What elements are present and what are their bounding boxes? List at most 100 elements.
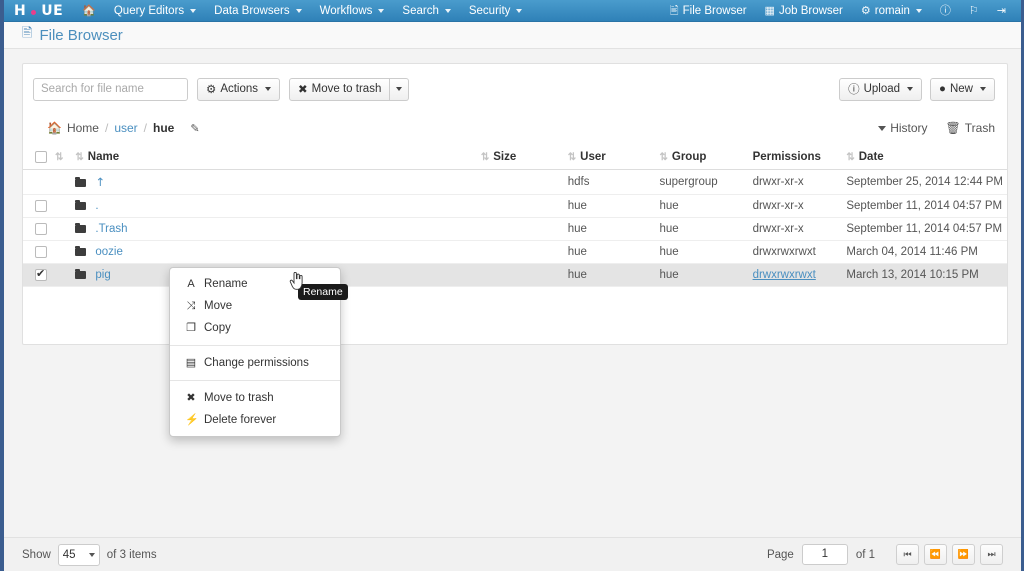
nav-logout-button[interactable]: ⇥ <box>988 0 1015 22</box>
parent-directory-link[interactable]: ↑ <box>95 175 105 189</box>
nav-search[interactable]: Search <box>393 0 459 22</box>
table-row[interactable]: ↑ hdfs supergroup drwxr-xr-x September 25, 2… <box>23 169 1007 196</box>
prev-page-button[interactable]: ⏪ <box>924 544 947 565</box>
row-name-cell[interactable]: . <box>71 194 477 219</box>
mouse-cursor <box>289 271 305 293</box>
row-select-cell[interactable] <box>23 194 51 219</box>
row-group-cell: hue <box>655 217 749 242</box>
row-permissions-cell: drwxr-xr-x <box>748 194 843 219</box>
row-checkbox[interactable] <box>35 267 47 282</box>
permissions-link[interactable]: drwxrwxrwxt <box>753 269 816 281</box>
bolt-icon: ⚡ <box>185 414 199 426</box>
menu-item-label: Copy <box>204 322 231 334</box>
plus-circle-icon: ● <box>939 83 946 95</box>
name-header[interactable]: ⇅ Name <box>71 147 477 171</box>
menu-item-change-permissions[interactable]: ▤ Change permissions <box>170 352 340 374</box>
select-all-checkbox[interactable] <box>35 151 47 163</box>
menu-item-label: Rename <box>204 278 248 290</box>
permissions-icon: ▤ <box>185 357 197 369</box>
nav-query-editors[interactable]: Query Editors <box>105 0 205 22</box>
row-permissions-cell: drwxrwxrwxt <box>748 240 843 265</box>
page-size-select[interactable]: 45 <box>57 543 100 566</box>
search-input[interactable] <box>33 77 188 101</box>
row-group-cell: hue <box>655 263 749 288</box>
select-all-header[interactable] <box>23 147 51 171</box>
nav-file-browser[interactable]: 🖹 File Browser <box>661 0 756 22</box>
row-name-cell[interactable]: .Trash <box>71 217 477 242</box>
row-select-cell[interactable] <box>23 263 51 288</box>
nav-flag-button[interactable]: ⚐ <box>960 0 988 22</box>
row-spacer-cell <box>51 194 72 219</box>
table-row[interactable]: . hue hue drwxr-xr-x September 11, 2014 04:5… <box>23 194 1007 219</box>
pencil-icon[interactable]: ✎ <box>190 122 199 135</box>
menu-item-move-to-trash[interactable]: ✖ Move to trash <box>170 387 340 409</box>
nav-workflows[interactable]: Workflows <box>311 0 394 22</box>
row-group-cell: hue <box>655 194 749 219</box>
menu-item-copy[interactable]: ❐ Copy <box>170 317 340 339</box>
breadcrumb-separator: / <box>104 121 109 135</box>
group-header[interactable]: ⇅ Group <box>655 147 749 171</box>
move-to-trash-label: Move to trash <box>311 83 382 95</box>
row-select-cell[interactable] <box>23 240 51 265</box>
breadcrumb-item-hue[interactable]: hue <box>153 121 174 135</box>
breadcrumb-item-user[interactable]: user <box>114 121 137 135</box>
hue-logo[interactable]: H UE <box>8 0 73 22</box>
breadcrumb-home[interactable]: 🏠 Home <box>47 121 99 135</box>
row-size-cell <box>476 194 564 219</box>
file-name-link[interactable]: pig <box>95 269 110 281</box>
move-to-trash-dropdown-toggle[interactable] <box>390 77 410 101</box>
row-select-cell[interactable] <box>23 217 51 242</box>
menu-item-delete-forever[interactable]: ⚡ Delete forever <box>170 409 340 431</box>
text-cursor-icon: A <box>187 278 195 290</box>
size-header[interactable]: ⇅ Size <box>476 147 564 171</box>
row-checkbox[interactable] <box>35 200 47 213</box>
nav-user-menu[interactable]: ⚙ romain <box>852 0 931 22</box>
chevron-down-icon <box>190 8 197 13</box>
folder-icon <box>75 222 87 234</box>
actions-button[interactable]: ⚙ Actions <box>197 77 281 101</box>
row-name-cell[interactable]: ↑ <box>71 169 477 196</box>
show-label: Show <box>22 548 51 561</box>
permissions-header[interactable]: Permissions <box>748 147 843 171</box>
file-name-link[interactable]: . <box>95 200 98 212</box>
history-button[interactable]: History <box>878 121 928 135</box>
row-checkbox[interactable] <box>35 223 47 236</box>
last-page-button[interactable]: ⏭ <box>980 544 1003 565</box>
row-checkbox[interactable] <box>35 246 47 259</box>
nav-label: romain <box>874 4 910 17</box>
upload-button[interactable]: ⓘ Upload <box>839 77 923 101</box>
row-user-cell: hue <box>563 263 656 288</box>
file-name-link[interactable]: .Trash <box>95 223 127 235</box>
row-date-cell: March 04, 2014 11:46 PM <box>842 240 1007 265</box>
user-header[interactable]: ⇅ User <box>563 147 656 171</box>
row-name-cell[interactable]: oozie <box>71 240 477 265</box>
nav-security[interactable]: Security <box>460 0 532 22</box>
sort-icon: ⇅ <box>567 152 577 164</box>
chevron-down-icon <box>907 87 914 91</box>
file-name-link[interactable]: oozie <box>95 246 123 258</box>
chevron-down-icon <box>444 8 451 13</box>
date-header[interactable]: ⇅ Date <box>842 147 1007 171</box>
table-row[interactable]: .Trash hue hue drwxr-xr-x September 11, 2014… <box>23 217 1007 242</box>
nav-job-browser[interactable]: ▦ Job Browser <box>756 0 852 22</box>
page-number-input[interactable]: 1 <box>801 544 848 565</box>
table-row[interactable]: oozie hue hue drwxrwxrwxt March 04, 2014 11:… <box>23 240 1007 265</box>
row-permissions-cell[interactable]: drwxrwxrwxt <box>748 263 843 288</box>
file-table: ⇅ ⇅ Name ⇅ Size ⇅ User ⇅ Group Permissio… <box>23 147 1007 288</box>
trash-icon: 🗑 <box>945 121 961 135</box>
home-icon: 🏠 <box>82 4 96 17</box>
folder-icon <box>75 245 87 257</box>
move-to-trash-button[interactable]: ✖ Move to trash <box>289 77 391 101</box>
row-size-cell <box>476 217 564 242</box>
nav-home-icon[interactable]: 🏠 <box>73 0 105 22</box>
type-sort-header[interactable]: ⇅ <box>51 147 72 171</box>
nav-data-browsers[interactable]: Data Browsers <box>205 0 310 22</box>
first-page-button[interactable]: ⏮ <box>896 544 919 565</box>
gear-icon: ⚙ <box>206 84 217 96</box>
next-page-button[interactable]: ⏩ <box>952 544 975 565</box>
nav-help-button[interactable]: ⓘ <box>931 0 960 22</box>
trash-button[interactable]: 🗑 Trash <box>946 121 995 135</box>
nav-label: Security <box>468 4 511 17</box>
folder-icon <box>75 176 87 187</box>
new-button[interactable]: ● New <box>930 77 995 101</box>
